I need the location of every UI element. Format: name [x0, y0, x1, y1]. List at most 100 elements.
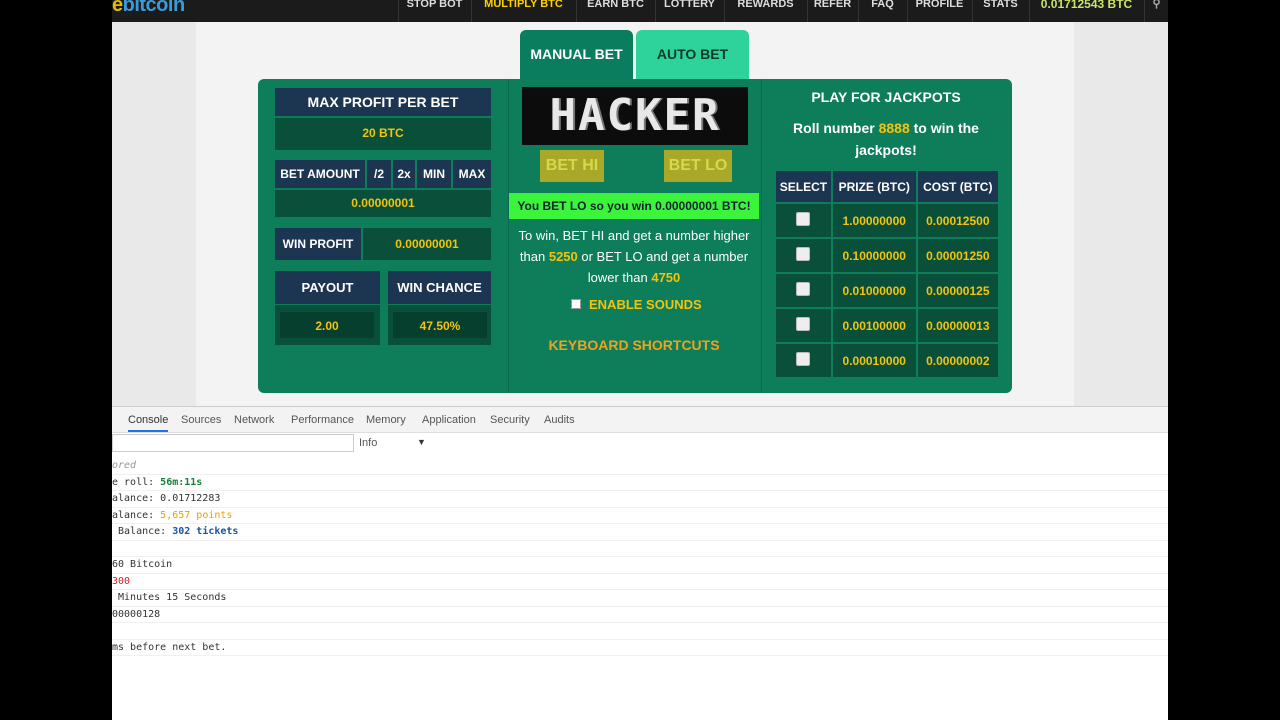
console-line: 00000128 — [112, 607, 1168, 623]
payout-label: PAYOUT — [275, 271, 380, 304]
console-line: alance: 5,657 points — [112, 508, 1168, 524]
nav-lottery[interactable]: LOTTERY — [655, 0, 723, 22]
tab-memory[interactable]: Memory — [366, 414, 406, 426]
console-line: ored — [112, 458, 1168, 475]
rules-text: To win, BET HI and get a number higher t… — [509, 225, 759, 288]
jackpots-title: PLAY FOR JACKPOTS — [811, 89, 961, 105]
tab-performance[interactable]: Performance — [291, 414, 354, 426]
win-chance-value: 47.50% — [419, 319, 461, 333]
cost-cell: 0.00012500 — [917, 204, 998, 237]
bet-lo-button[interactable]: BET LO — [664, 150, 732, 182]
bet-amount-label: BET AMOUNT — [275, 160, 365, 188]
select-cell — [776, 344, 831, 377]
tab-manual-bet[interactable]: MANUAL BET — [520, 30, 633, 82]
tab-network[interactable]: Network — [234, 414, 274, 426]
browser-viewport: ebitcoin STOP BOT MULTIPLY BTC EARN BTC … — [112, 0, 1168, 720]
prize-cell: 0.01000000 — [832, 274, 916, 307]
nav-stats[interactable]: STATS — [972, 0, 1028, 22]
devtools-tabs: Console Sources Network Performance Memo… — [112, 407, 1168, 433]
table-header-row: SELECT PRIZE (BTC) COST (BTC) — [776, 171, 998, 202]
console-filter-input[interactable] — [112, 434, 354, 452]
half-bet-button[interactable]: /2 — [367, 160, 391, 188]
jackpot-sub-1: Roll number — [793, 120, 875, 136]
jackpot-table: SELECT PRIZE (BTC) COST (BTC) 1.00000000… — [774, 169, 1000, 379]
enable-sounds[interactable]: ENABLE SOUNDS — [571, 297, 702, 312]
header-cost: COST (BTC) — [917, 171, 998, 202]
bet-hi-button[interactable]: BET HI — [540, 150, 604, 182]
select-cell — [776, 204, 831, 237]
hacker-logo: HACKER — [522, 87, 748, 145]
nav-refer[interactable]: REFER — [807, 0, 857, 22]
lo-number: 4750 — [651, 270, 681, 285]
bet-panel: MAX PROFIT PER BET 20 BTC BET AMOUNT /2 … — [258, 79, 1012, 393]
tab-auto-bet[interactable]: AUTO BET — [636, 30, 749, 82]
table-row: 0.00100000 0.00000013 — [776, 309, 998, 342]
max-bet-button[interactable]: MAX — [453, 160, 491, 188]
nav-earn-btc[interactable]: EARN BTC — [576, 0, 654, 22]
top-navigation: ebitcoin STOP BOT MULTIPLY BTC EARN BTC … — [112, 0, 1168, 22]
select-cell — [776, 239, 831, 272]
logo-rest: bitcoin — [122, 0, 186, 16]
win-message: You BET LO so you win 0.00000001 BTC! — [509, 193, 759, 219]
jackpot-checkbox[interactable] — [796, 352, 811, 366]
nav-faq[interactable]: FAQ — [858, 0, 906, 22]
sounds-label: ENABLE SOUNDS — [589, 297, 702, 312]
prize-cell: 0.00100000 — [832, 309, 916, 342]
jackpot-checkbox[interactable] — [796, 247, 811, 261]
hi-number: 5250 — [548, 249, 578, 264]
cost-cell: 0.00000125 — [917, 274, 998, 307]
tab-sources[interactable]: Sources — [181, 414, 221, 426]
tab-security[interactable]: Security — [490, 414, 530, 426]
game-area: MANUAL BET AUTO BET MAX PROFIT PER BET 2… — [112, 22, 1168, 406]
jackpot-number: 8888 — [878, 120, 910, 136]
payout-value: 2.00 — [315, 319, 339, 333]
cost-cell: 0.00000002 — [917, 344, 998, 377]
table-row: 0.10000000 0.00001250 — [776, 239, 998, 272]
search-icon[interactable]: ⚲ — [1144, 0, 1168, 22]
max-profit-label: MAX PROFIT PER BET — [275, 88, 491, 116]
console-output: ored e roll: 56m:11s alance: 0.01712283 … — [112, 458, 1168, 656]
site-logo[interactable]: ebitcoin — [112, 0, 185, 17]
jackpot-checkbox[interactable] — [796, 212, 811, 226]
jackpots-subtitle: Roll number 8888 to win the jackpots! — [770, 117, 1002, 161]
table-row: 1.00000000 0.00012500 — [776, 204, 998, 237]
console-line — [112, 541, 1168, 557]
console-line — [112, 623, 1168, 640]
jackpot-checkbox[interactable] — [796, 317, 811, 331]
tab-audits[interactable]: Audits — [544, 414, 575, 426]
chevron-down-icon[interactable]: ▼ — [417, 437, 426, 447]
console-line: 300 — [112, 574, 1168, 590]
sounds-checkbox[interactable] — [571, 299, 581, 309]
devtools-panel: Console Sources Network Performance Memo… — [112, 406, 1168, 720]
win-chance-label: WIN CHANCE — [388, 271, 491, 304]
nav-balance: 0.01712543 BTC — [1029, 0, 1143, 22]
header-select: SELECT — [776, 171, 831, 202]
console-line: Minutes 15 Seconds — [112, 590, 1168, 607]
prize-cell: 0.00010000 — [832, 344, 916, 377]
bet-amount-value: 0.00000001 — [351, 196, 415, 210]
nav-profile[interactable]: PROFILE — [907, 0, 971, 22]
tab-application[interactable]: Application — [422, 414, 476, 426]
log-level-select[interactable]: Info — [359, 437, 377, 449]
double-bet-button[interactable]: 2x — [393, 160, 415, 188]
nav-stop-bot[interactable]: STOP BOT — [398, 0, 470, 22]
select-cell — [776, 309, 831, 342]
console-line: 60 Bitcoin — [112, 557, 1168, 574]
win-profit-label: WIN PROFIT — [275, 228, 361, 260]
table-row: 0.01000000 0.00000125 — [776, 274, 998, 307]
keyboard-shortcuts-link[interactable]: KEYBOARD SHORTCUTS — [509, 337, 759, 353]
prize-cell: 1.00000000 — [832, 204, 916, 237]
win-profit-value: 0.00000001 — [395, 237, 459, 251]
min-bet-button[interactable]: MIN — [417, 160, 451, 188]
prize-cell: 0.10000000 — [832, 239, 916, 272]
tab-console[interactable]: Console — [128, 414, 169, 432]
select-cell — [776, 274, 831, 307]
console-line: e roll: 56m:11s — [112, 475, 1168, 491]
table-row: 0.00010000 0.00000002 — [776, 344, 998, 377]
console-line: ms before next bet. — [112, 640, 1168, 656]
nav-multiply-btc[interactable]: MULTIPLY BTC — [471, 0, 575, 22]
jackpot-checkbox[interactable] — [796, 282, 811, 296]
nav-rewards[interactable]: REWARDS — [724, 0, 806, 22]
cost-cell: 0.00001250 — [917, 239, 998, 272]
console-line: alance: 0.01712283 — [112, 491, 1168, 508]
